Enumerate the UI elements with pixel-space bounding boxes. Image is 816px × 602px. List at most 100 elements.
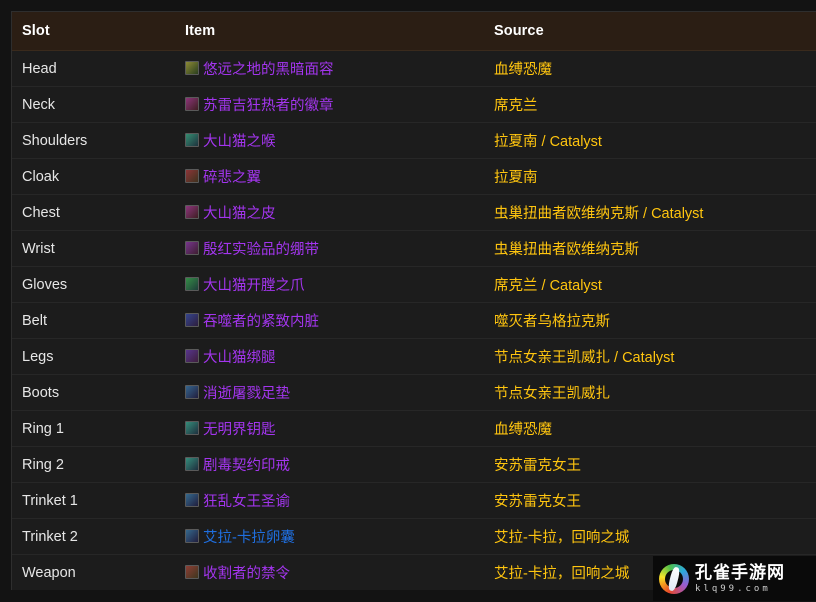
cell-slot: Cloak <box>12 158 175 195</box>
cell-slot: Belt <box>12 302 175 339</box>
item-link[interactable]: 狂乱女王圣谕 <box>185 490 290 511</box>
cell-source: 艾拉-卡拉，回响之城 <box>484 518 816 555</box>
gear-table-container: Slot Item Source Head 悠远之地的黑暗面容 血缚恐魔 Neck 苏雷… <box>11 11 816 590</box>
item-label: 殷红实验品的绷带 <box>203 241 319 258</box>
item-icon-ring1 <box>185 421 199 436</box>
cell-source: 血缚恐魔 <box>484 50 816 87</box>
cell-slot: Trinket 2 <box>12 518 175 555</box>
table-row: Chest 大山猫之皮 虫巢扭曲者欧维纳克斯 / Catalyst <box>12 194 816 231</box>
item-link[interactable]: 大山猫开膛之爪 <box>185 274 305 295</box>
table-row: Ring 1 无明界钥匙 血缚恐魔 <box>12 410 816 447</box>
watermark-subtitle: klq99.com <box>695 583 771 594</box>
item-link[interactable]: 收割者的禁令 <box>185 562 290 583</box>
item-label: 狂乱女王圣谕 <box>203 493 290 510</box>
item-label: 大山猫开膛之爪 <box>203 277 305 294</box>
cell-item: 殷红实验品的绷带 <box>175 230 484 267</box>
item-icon-trinket2 <box>185 529 199 544</box>
cell-source: 安苏雷克女王 <box>484 446 816 483</box>
cell-slot: Shoulders <box>12 122 175 159</box>
item-link[interactable]: 悠远之地的黑暗面容 <box>185 58 334 79</box>
table-row: Neck 苏雷吉狂热者的徽章 席克兰 <box>12 86 816 123</box>
item-label: 剧毒契约印戒 <box>203 457 290 474</box>
item-label: 碎悲之翼 <box>203 169 261 186</box>
item-link[interactable]: 大山猫之皮 <box>185 202 276 223</box>
table-row: Belt 吞噬者的紧致内脏 噬灭者乌格拉克斯 <box>12 302 816 339</box>
item-label: 苏雷吉狂热者的徽章 <box>203 97 334 114</box>
peacock-logo-icon <box>659 563 689 594</box>
cell-source: 虫巢扭曲者欧维纳克斯 / Catalyst <box>484 194 816 231</box>
cell-item: 大山猫绑腿 <box>175 338 484 375</box>
item-link[interactable]: 大山猫绑腿 <box>185 346 276 367</box>
cell-source: 拉夏南 / Catalyst <box>484 122 816 159</box>
item-label: 大山猫之喉 <box>203 133 276 150</box>
item-icon-boots <box>185 385 199 400</box>
column-header-item: Item <box>175 12 484 51</box>
item-link[interactable]: 吞噬者的紧致内脏 <box>185 310 319 331</box>
cell-item: 碎悲之翼 <box>175 158 484 195</box>
item-label: 艾拉-卡拉卵囊 <box>203 529 295 546</box>
cell-source: 安苏雷克女王 <box>484 482 816 519</box>
item-label: 收割者的禁令 <box>203 565 290 582</box>
table-row: Trinket 1 狂乱女王圣谕 安苏雷克女王 <box>12 482 816 519</box>
cell-item: 狂乱女王圣谕 <box>175 482 484 519</box>
item-link[interactable]: 大山猫之喉 <box>185 130 276 151</box>
table-head: Slot Item Source <box>12 12 816 51</box>
cell-slot: Legs <box>12 338 175 375</box>
item-label: 大山猫绑腿 <box>203 349 276 366</box>
item-link[interactable]: 碎悲之翼 <box>185 166 261 187</box>
table-row: Wrist 殷红实验品的绷带 虫巢扭曲者欧维纳克斯 <box>12 230 816 267</box>
table-header-row: Slot Item Source <box>12 12 816 51</box>
item-link[interactable]: 无明界钥匙 <box>185 418 276 439</box>
cell-item: 大山猫之皮 <box>175 194 484 231</box>
item-link[interactable]: 艾拉-卡拉卵囊 <box>185 526 295 547</box>
cell-source: 血缚恐魔 <box>484 410 816 447</box>
table-row: Ring 2 剧毒契约印戒 安苏雷克女王 <box>12 446 816 483</box>
item-link[interactable]: 殷红实验品的绷带 <box>185 238 319 259</box>
item-label: 消逝屠戮足垫 <box>203 385 290 402</box>
cell-item: 大山猫开膛之爪 <box>175 266 484 303</box>
item-link[interactable]: 剧毒契约印戒 <box>185 454 290 475</box>
cell-slot: Gloves <box>12 266 175 303</box>
cell-item: 无明界钥匙 <box>175 410 484 447</box>
item-link[interactable]: 苏雷吉狂热者的徽章 <box>185 94 334 115</box>
item-icon-legs <box>185 349 199 364</box>
item-icon-neck <box>185 97 199 112</box>
cell-item: 消逝屠戮足垫 <box>175 374 484 411</box>
site-watermark: 孔雀手游网 klq99.com <box>653 556 816 601</box>
watermark-title: 孔雀手游网 <box>695 562 785 582</box>
cell-item: 剧毒契约印戒 <box>175 446 484 483</box>
table-row: Gloves 大山猫开膛之爪 席克兰 / Catalyst <box>12 266 816 303</box>
cell-slot: Head <box>12 50 175 87</box>
cell-item: 吞噬者的紧致内脏 <box>175 302 484 339</box>
item-link[interactable]: 消逝屠戮足垫 <box>185 382 290 403</box>
cell-source: 拉夏南 <box>484 158 816 195</box>
item-label: 无明界钥匙 <box>203 421 276 438</box>
table-row: Head 悠远之地的黑暗面容 血缚恐魔 <box>12 50 816 87</box>
item-icon-chest <box>185 205 199 220</box>
cell-slot: Ring 2 <box>12 446 175 483</box>
column-header-slot: Slot <box>12 12 175 51</box>
item-icon-ring2 <box>185 457 199 472</box>
item-icon-head <box>185 61 199 76</box>
cell-slot: Weapon <box>22 564 76 581</box>
watermark-text: 孔雀手游网 klq99.com <box>695 564 785 594</box>
cell-slot: Boots <box>12 374 175 411</box>
cell-item: 收割者的禁令 <box>175 555 484 591</box>
cell-item: 悠远之地的黑暗面容 <box>175 50 484 87</box>
cell-slot: Ring 1 <box>12 410 175 447</box>
table-row: Shoulders 大山猫之喉 拉夏南 / Catalyst <box>12 122 816 159</box>
table-row: Cloak 碎悲之翼 拉夏南 <box>12 158 816 195</box>
cell-source: 节点女亲王凯威扎 / Catalyst <box>484 338 816 375</box>
item-icon-cloak <box>185 169 199 184</box>
gear-table: Slot Item Source Head 悠远之地的黑暗面容 血缚恐魔 Neck 苏雷… <box>12 12 816 590</box>
item-label: 吞噬者的紧致内脏 <box>203 313 319 330</box>
table-body: Head 悠远之地的黑暗面容 血缚恐魔 Neck 苏雷吉狂热者的徽章 席克兰 Shoulde… <box>12 50 816 591</box>
cell-slot: Trinket 1 <box>12 482 175 519</box>
cell-source: 节点女亲王凯威扎 <box>484 374 816 411</box>
cell-source: 虫巢扭曲者欧维纳克斯 <box>484 230 816 267</box>
column-header-source: Source <box>484 12 816 51</box>
cell-item: 艾拉-卡拉卵囊 <box>175 518 484 555</box>
cell-slot: Wrist <box>12 230 175 267</box>
cell-source: 席克兰 <box>484 86 816 123</box>
item-icon-weapon <box>185 565 199 580</box>
